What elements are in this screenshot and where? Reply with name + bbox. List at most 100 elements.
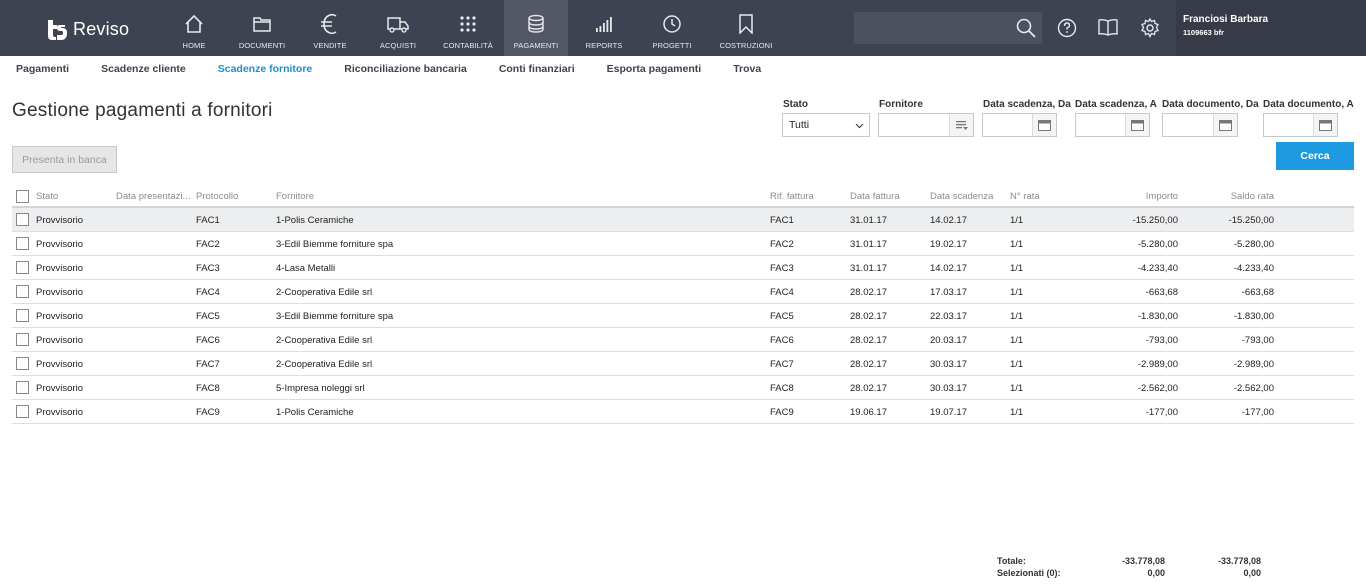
stato-label: Stato <box>783 99 808 110</box>
search-icon[interactable] <box>1016 18 1036 38</box>
bar-chart-icon <box>595 12 613 36</box>
cell-rif-fattura: FAC6 <box>770 335 794 346</box>
cell-rif-fattura: FAC8 <box>770 383 794 394</box>
col-stato[interactable]: Stato <box>36 191 58 202</box>
clock-icon <box>662 12 682 36</box>
sub-nav: Pagamenti Scadenze cliente Scadenze forn… <box>0 56 1366 82</box>
col-data-fattura[interactable]: Data fattura <box>850 191 900 202</box>
cell-importo: -1.830,00 <box>1137 311 1178 322</box>
nav-label: COSTRUZIONI <box>719 41 773 50</box>
data-scadenza-da-label: Data scadenza, Da <box>983 99 1071 110</box>
col-fornitore[interactable]: Fornitore <box>276 191 314 202</box>
col-protocollo[interactable]: Protocollo <box>196 191 238 202</box>
cell-importo: -15.250,00 <box>1132 215 1178 226</box>
table-row[interactable]: Provvisorio FAC5 3-Edil Biemme forniture… <box>12 304 1354 328</box>
list-lookup-icon[interactable] <box>949 114 973 136</box>
nav-label: ACQUISTI <box>379 41 417 50</box>
row-checkbox[interactable] <box>16 213 29 226</box>
cell-data-fattura: 28.02.17 <box>850 287 887 298</box>
subnav-conti-finanziari[interactable]: Conti finanziari <box>499 63 575 75</box>
table-row[interactable]: Provvisorio FAC1 1-Polis Ceramiche FAC1 … <box>12 208 1354 232</box>
user-menu[interactable]: Franciosi Barbara 1109663 bfr <box>1176 0 1366 56</box>
totale-label: Totale: <box>997 556 1026 566</box>
calendar-icon[interactable] <box>1032 114 1056 136</box>
col-data-presentazione[interactable]: Data presentazi... <box>116 191 190 202</box>
data-scadenza-da-input[interactable] <box>982 113 1057 137</box>
select-all-checkbox[interactable] <box>16 190 29 203</box>
table-row[interactable]: Provvisorio FAC2 3-Edil Biemme forniture… <box>12 232 1354 256</box>
subnav-scadenze-cliente[interactable]: Scadenze cliente <box>101 63 186 75</box>
table-row[interactable]: Provvisorio FAC9 1-Polis Ceramiche FAC9 … <box>12 400 1354 424</box>
col-importo[interactable]: Importo <box>1098 191 1178 202</box>
help-icon[interactable] <box>1057 16 1077 38</box>
table-row[interactable]: Provvisorio FAC7 2-Cooperativa Edile srl… <box>12 352 1354 376</box>
cell-protocollo: FAC5 <box>196 311 220 322</box>
search-input[interactable] <box>854 12 1042 44</box>
calendar-icon[interactable] <box>1125 114 1149 136</box>
table-row[interactable]: Provvisorio FAC8 5-Impresa noleggi srl F… <box>12 376 1354 400</box>
table-row[interactable]: Provvisorio FAC4 2-Cooperativa Edile srl… <box>12 280 1354 304</box>
bookmark-icon <box>738 12 754 36</box>
cell-saldo-rata: -793,00 <box>1241 335 1274 346</box>
data-documento-a-input[interactable] <box>1263 113 1338 137</box>
calendar-icon[interactable] <box>1213 114 1237 136</box>
col-rif-fattura[interactable]: Rif. fattura <box>770 191 814 202</box>
cell-protocollo: FAC6 <box>196 335 220 346</box>
nav-label: PAGAMENTI <box>513 41 559 50</box>
stato-select[interactable]: Tutti <box>782 113 870 137</box>
cell-saldo-rata: -177,00 <box>1241 407 1274 418</box>
nav-contabilita[interactable]: CONTABILITÀ <box>432 0 504 56</box>
table-row[interactable]: Provvisorio FAC3 4-Lasa Metalli FAC3 31.… <box>12 256 1354 280</box>
row-checkbox[interactable] <box>16 333 29 346</box>
nav-costruzioni[interactable]: COSTRUZIONI <box>704 0 788 56</box>
nav-acquisti[interactable]: ACQUISTI <box>364 0 432 56</box>
totale-saldo: -33.778,08 <box>1217 556 1261 566</box>
selezionati-saldo: 0,00 <box>1243 568 1261 578</box>
col-data-scadenza[interactable]: Data scadenza <box>930 191 993 202</box>
chevron-down-icon <box>855 123 864 129</box>
subnav-pagamenti[interactable]: Pagamenti <box>16 63 69 75</box>
col-n-rata[interactable]: N° rata <box>1010 191 1040 202</box>
totale-importo: -33.778,08 <box>1121 556 1165 566</box>
calendar-icon[interactable] <box>1313 114 1337 136</box>
cerca-button[interactable]: Cerca <box>1276 142 1354 170</box>
gear-icon[interactable] <box>1139 16 1161 38</box>
nav-pagamenti[interactable]: PAGAMENTI <box>504 0 568 56</box>
row-checkbox[interactable] <box>16 357 29 370</box>
table-row[interactable]: Provvisorio FAC6 2-Cooperativa Edile srl… <box>12 328 1354 352</box>
cell-fornitore: 2-Cooperativa Edile srl <box>276 359 373 370</box>
cell-fornitore: 5-Impresa noleggi srl <box>276 383 365 394</box>
nav-documenti[interactable]: DOCUMENTI <box>228 0 296 56</box>
fornitore-input[interactable] <box>878 113 974 137</box>
col-saldo-rata[interactable]: Saldo rata <box>1194 191 1274 202</box>
nav-reports[interactable]: REPORTS <box>568 0 640 56</box>
cell-importo: -4.233,40 <box>1137 263 1178 274</box>
nav-label: PROGETTI <box>652 41 692 50</box>
folder-icon <box>252 12 272 36</box>
cell-fornitore: 3-Edil Biemme forniture spa <box>276 311 394 322</box>
cell-rif-fattura: FAC2 <box>770 239 794 250</box>
row-checkbox[interactable] <box>16 237 29 250</box>
subnav-riconciliazione-bancaria[interactable]: Riconciliazione bancaria <box>344 63 467 75</box>
subnav-trova[interactable]: Trova <box>733 63 761 75</box>
subnav-scadenze-fornitore[interactable]: Scadenze fornitore <box>218 63 313 75</box>
row-checkbox[interactable] <box>16 405 29 418</box>
euro-icon <box>320 12 340 36</box>
nav-home[interactable]: HOME <box>160 0 228 56</box>
row-checkbox[interactable] <box>16 309 29 322</box>
row-checkbox[interactable] <box>16 381 29 394</box>
nav-vendite[interactable]: VENDITE <box>296 0 364 56</box>
presenta-in-banca-button[interactable]: Presenta in banca <box>12 146 117 173</box>
cell-stato: Provvisorio <box>36 407 83 418</box>
fornitore-label: Fornitore <box>879 99 923 110</box>
cell-data-scadenza: 30.03.17 <box>930 383 967 394</box>
row-checkbox[interactable] <box>16 261 29 274</box>
data-documento-da-input[interactable] <box>1162 113 1238 137</box>
logo[interactable]: Reviso <box>44 16 129 42</box>
book-icon[interactable] <box>1097 16 1119 38</box>
nav-progetti[interactable]: PROGETTI <box>640 0 704 56</box>
row-checkbox[interactable] <box>16 285 29 298</box>
subnav-esporta-pagamenti[interactable]: Esporta pagamenti <box>607 63 702 75</box>
data-scadenza-a-input[interactable] <box>1075 113 1150 137</box>
grid-icon <box>459 12 477 36</box>
